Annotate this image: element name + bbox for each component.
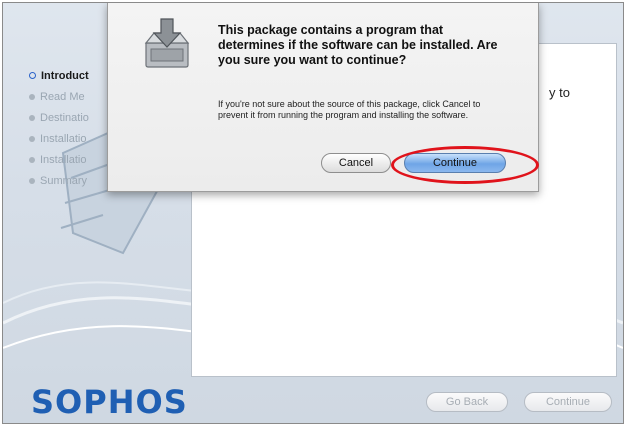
step-dot-icon xyxy=(29,177,35,184)
cancel-button[interactable]: Cancel xyxy=(321,153,391,173)
step-dot-icon xyxy=(29,135,35,142)
installer-window: y to Introduct Read Me Destinatio Instal… xyxy=(2,2,624,424)
step-label: Installatio xyxy=(40,132,87,145)
continue-button[interactable]: Continue xyxy=(524,392,612,412)
dialog-message: If you're not sure about the source of t… xyxy=(218,99,481,120)
step-read-me[interactable]: Read Me xyxy=(29,86,89,107)
step-dot-icon xyxy=(29,114,35,121)
content-text: y to xyxy=(549,85,570,100)
step-installation-type[interactable]: Installatio xyxy=(29,128,89,149)
red-highlight-circle xyxy=(391,146,539,184)
step-label: Installatio xyxy=(40,153,87,166)
step-introduction[interactable]: Introduct xyxy=(29,65,89,86)
step-label: Destinatio xyxy=(40,111,89,124)
step-label: Introduct xyxy=(41,69,89,82)
step-installation[interactable]: Installatio xyxy=(29,149,89,170)
package-install-icon xyxy=(144,18,190,68)
go-back-button[interactable]: Go Back xyxy=(426,392,508,412)
step-label: Summary xyxy=(40,174,88,187)
step-list: Introduct Read Me Destinatio Installatio… xyxy=(29,65,89,191)
step-dot-icon xyxy=(29,93,35,100)
step-summary[interactable]: Summary xyxy=(29,170,89,191)
sophos-logo: SOPHOS xyxy=(31,383,188,421)
step-dot-icon xyxy=(29,156,35,163)
step-destination[interactable]: Destinatio xyxy=(29,107,89,128)
current-step-icon xyxy=(29,72,36,79)
dialog-title: This package contains a program that det… xyxy=(218,23,498,67)
step-label: Read Me xyxy=(40,90,85,103)
